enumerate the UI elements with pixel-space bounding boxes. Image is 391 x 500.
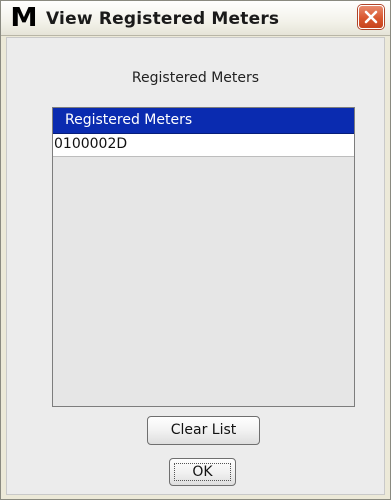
- column-header-label: Registered Meters: [65, 112, 193, 128]
- clear-list-button[interactable]: Clear List: [147, 416, 260, 445]
- title-bar[interactable]: M View Registered Meters: [1, 1, 390, 36]
- app-logo: M: [10, 3, 38, 33]
- meter-id-cell: 0100002D: [54, 136, 128, 152]
- close-button[interactable]: [358, 5, 384, 29]
- ok-button[interactable]: OK: [169, 458, 236, 486]
- registered-meters-heading: Registered Meters: [131, 70, 260, 86]
- focus-ring: [174, 463, 231, 481]
- dialog-content: Registered Meters Registered Meters 0100…: [6, 37, 385, 495]
- close-icon: [364, 10, 378, 24]
- dialog-window: M View Registered Meters Registered Mete…: [0, 0, 391, 500]
- table-column-header[interactable]: Registered Meters: [53, 108, 354, 134]
- window-title: View Registered Meters: [46, 9, 280, 29]
- table-row[interactable]: 0100002D: [53, 134, 354, 157]
- registered-meters-table[interactable]: Registered Meters 0100002D: [52, 107, 355, 407]
